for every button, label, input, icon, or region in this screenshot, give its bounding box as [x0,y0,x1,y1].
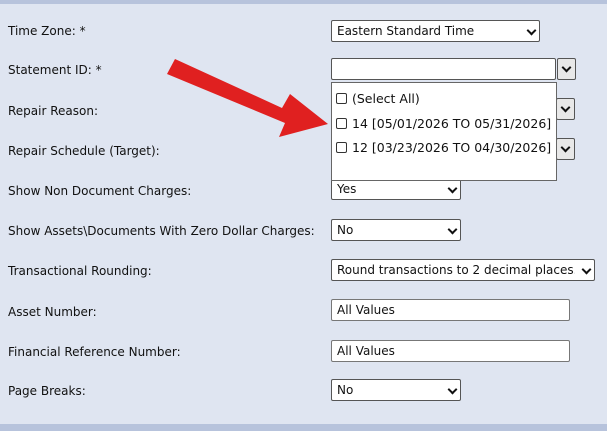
bottom-border [0,424,607,431]
arrow-shape [167,59,328,137]
red-arrow-icon [167,59,328,137]
